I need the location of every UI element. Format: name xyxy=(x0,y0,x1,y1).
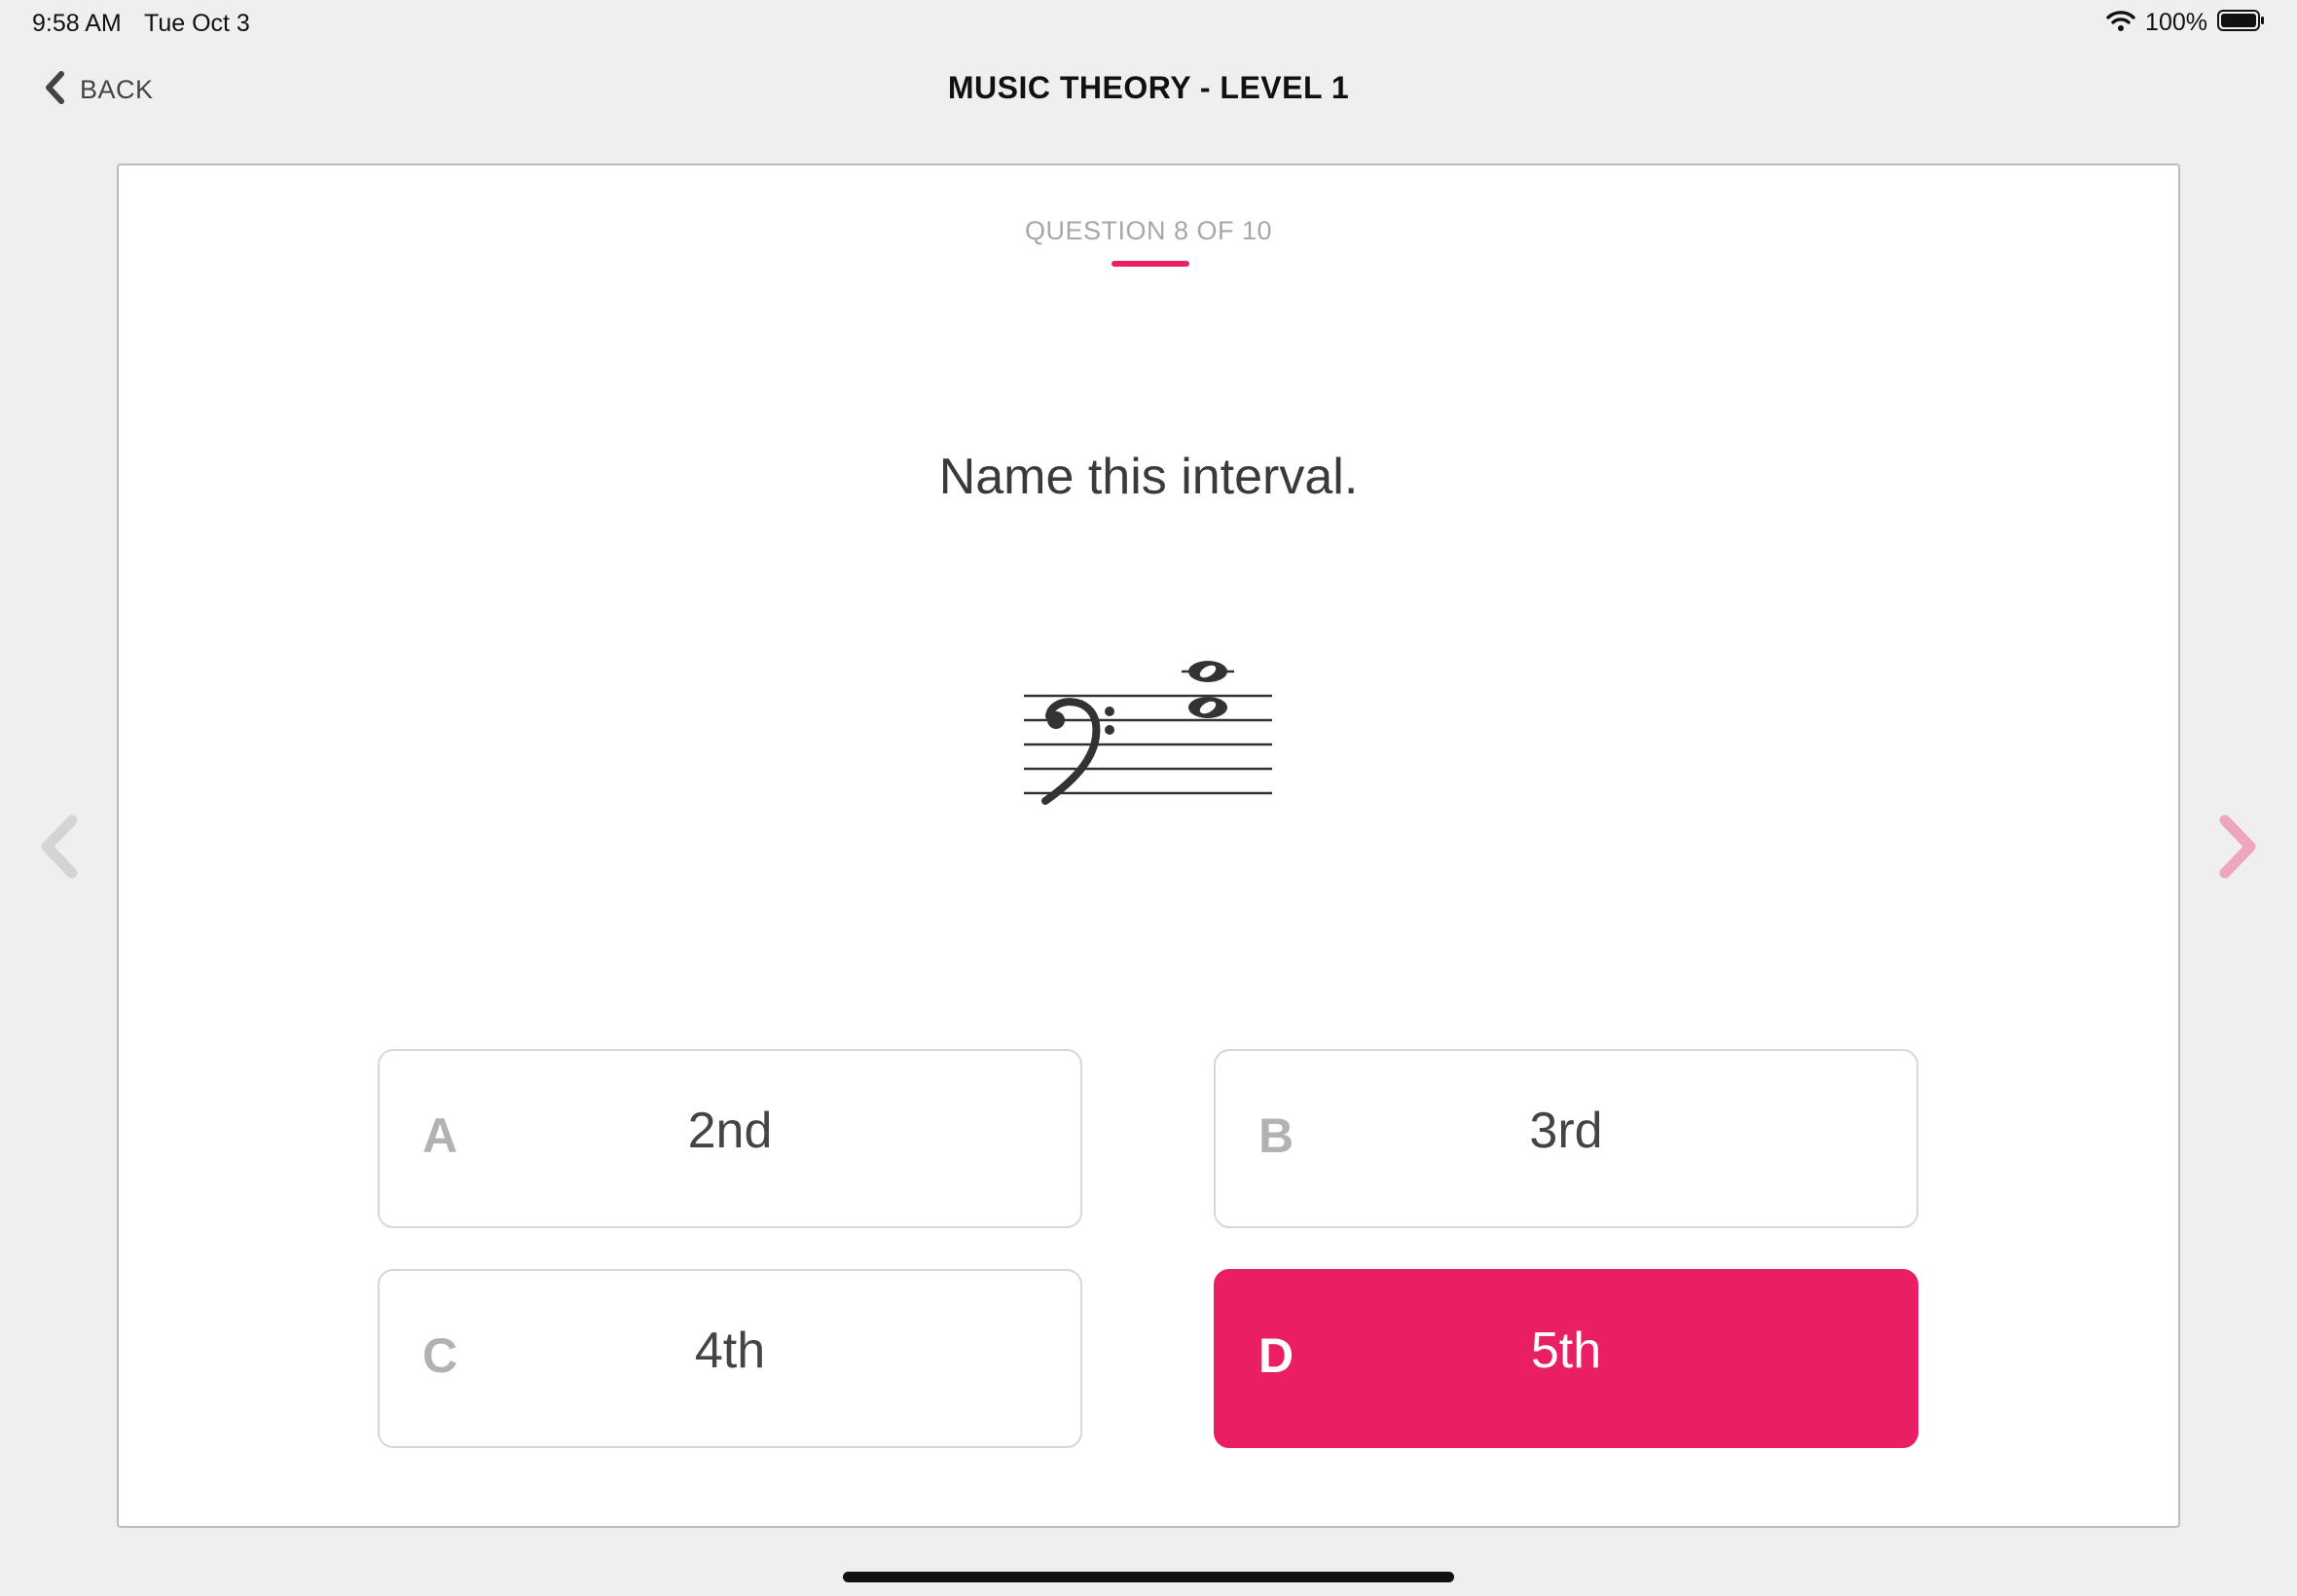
back-button[interactable]: BACK xyxy=(43,70,154,110)
status-time: 9:58 AM xyxy=(32,10,122,37)
wifi-icon xyxy=(2106,9,2135,37)
whole-note-upper xyxy=(1188,661,1227,682)
answer-text: 5th xyxy=(1530,1323,1602,1379)
chevron-left-icon xyxy=(35,815,84,885)
question-card: QUESTION 8 OF 10 Name this interval. A 2… xyxy=(117,163,2180,1528)
answer-option-b[interactable]: B 3rd xyxy=(1214,1049,1918,1228)
quiz-screen: 9:58 AM Tue Oct 3 100% MUSIC THEORY - LE… xyxy=(0,0,2297,1596)
nav-bar: MUSIC THEORY - LEVEL 1 BACK xyxy=(0,58,2297,127)
chevron-right-icon xyxy=(2213,815,2262,885)
back-label: BACK xyxy=(80,75,154,104)
page-title: MUSIC THEORY - LEVEL 1 xyxy=(947,70,1350,105)
answer-text: 2nd xyxy=(687,1103,773,1159)
interval-notation xyxy=(1024,661,1272,805)
counter-underline xyxy=(1112,261,1189,267)
whole-note-lower xyxy=(1188,697,1227,718)
answer-option-a[interactable]: A 2nd xyxy=(378,1049,1082,1228)
answer-option-c[interactable]: C 4th xyxy=(378,1269,1082,1448)
status-indicators: 100% xyxy=(2106,9,2266,37)
bass-clef-icon xyxy=(1041,698,1114,805)
chevron-left-icon xyxy=(43,70,66,110)
answer-option-d[interactable]: D 5th xyxy=(1214,1269,1918,1448)
next-question-button[interactable] xyxy=(2213,813,2262,881)
staff-lines xyxy=(1024,694,1272,795)
battery-icon xyxy=(2217,9,2266,37)
answer-text: 4th xyxy=(694,1323,766,1379)
home-indicator[interactable] xyxy=(843,1572,1454,1582)
status-bar: 9:58 AM Tue Oct 3 100% xyxy=(0,0,2297,47)
previous-question-button[interactable] xyxy=(35,813,84,881)
status-date: Tue Oct 3 xyxy=(144,10,250,37)
question-text: Name this interval. xyxy=(938,449,1359,505)
answer-text: 3rd xyxy=(1529,1103,1603,1159)
question-counter: QUESTION 8 OF 10 xyxy=(1024,216,1273,245)
battery-percent: 100% xyxy=(2145,9,2207,36)
